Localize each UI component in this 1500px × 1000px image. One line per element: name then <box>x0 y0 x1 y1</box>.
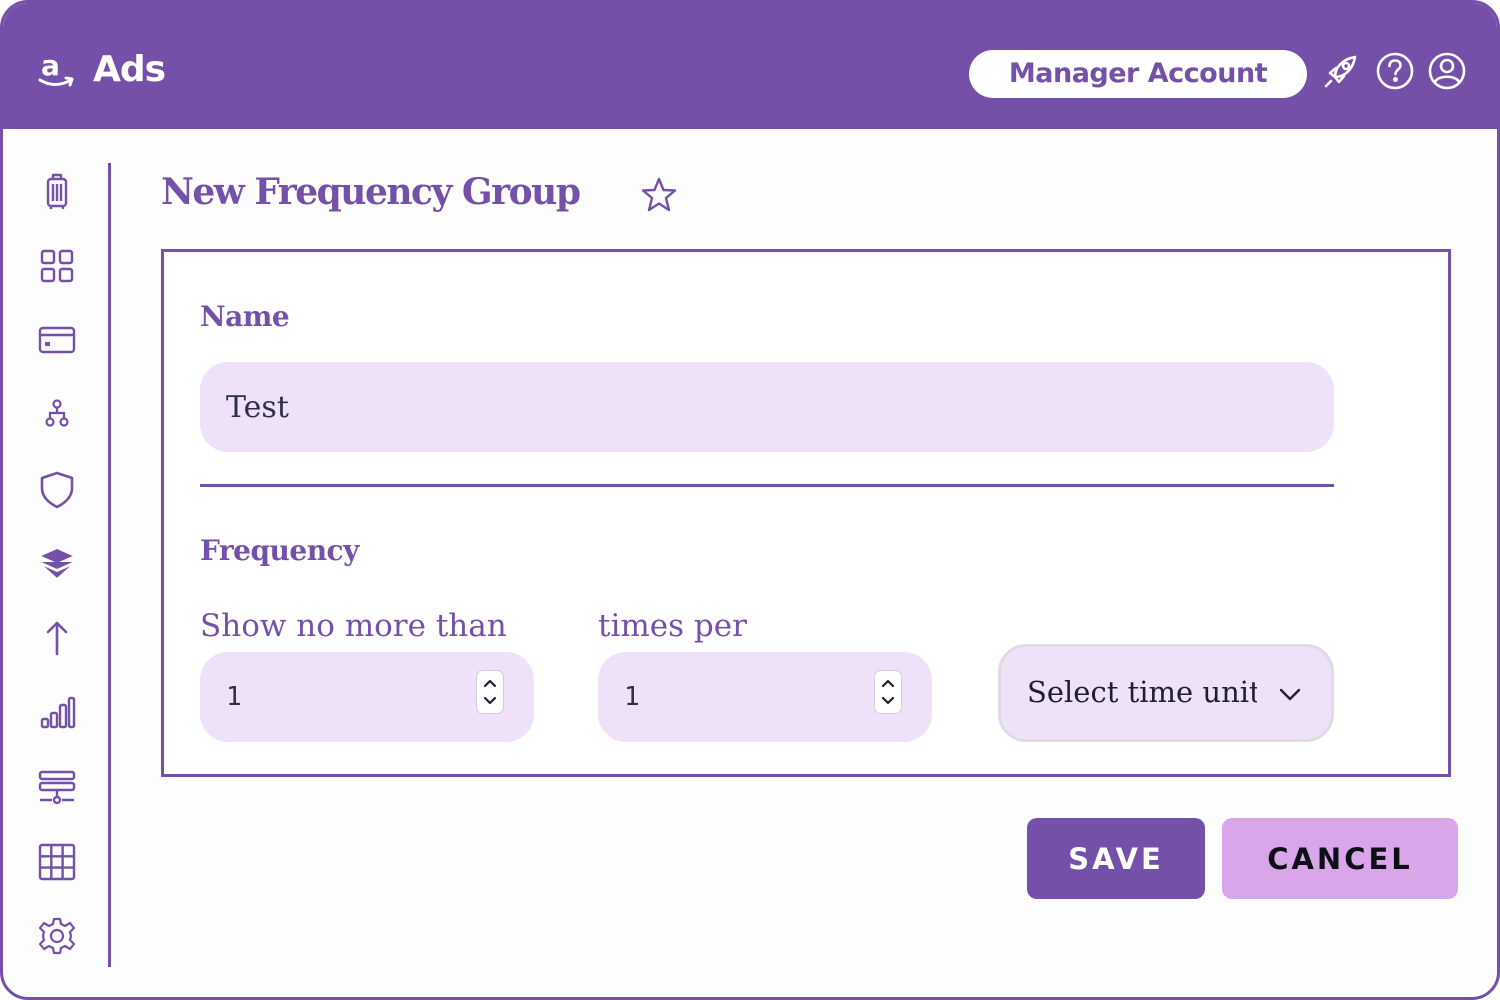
table-icon[interactable] <box>37 842 77 882</box>
credit-card-icon[interactable] <box>37 320 77 360</box>
rocket-icon[interactable] <box>1321 51 1361 91</box>
shield-icon[interactable] <box>37 469 77 509</box>
form-card: Name Frequency Show no more than times p… <box>161 249 1451 777</box>
name-label: Name <box>200 300 290 333</box>
server-icon[interactable] <box>37 767 77 807</box>
sidebar-divider <box>108 163 111 967</box>
bar-chart-icon[interactable] <box>37 693 77 733</box>
help-icon[interactable] <box>1375 51 1415 91</box>
section-divider <box>200 484 1334 487</box>
time-unit-select[interactable]: Select time unit <box>998 644 1334 742</box>
name-input[interactable] <box>200 362 1334 452</box>
arrow-up-icon[interactable] <box>37 618 77 658</box>
times-count-field <box>598 652 932 742</box>
frequency-label: Frequency <box>200 534 359 567</box>
times-count-input[interactable] <box>598 652 858 742</box>
layers-icon[interactable] <box>37 544 77 584</box>
show-count-input[interactable] <box>200 652 460 742</box>
manager-account-button[interactable]: Manager Account <box>969 50 1307 98</box>
show-count-field <box>200 652 534 742</box>
page-title: New Frequency Group <box>161 171 581 213</box>
star-icon[interactable] <box>639 175 679 215</box>
app-name[interactable]: Ads <box>93 49 166 90</box>
time-unit-select-text: Select time unit <box>1027 675 1257 709</box>
chevron-down-icon <box>1277 681 1303 707</box>
hierarchy-icon[interactable] <box>37 395 77 435</box>
top-bar: a Ads Manager Account <box>3 3 1497 129</box>
times-per-label: times per <box>598 608 747 644</box>
show-no-more-than-label: Show no more than <box>200 608 507 644</box>
svg-text:a: a <box>41 49 60 82</box>
show-count-stepper[interactable] <box>476 670 504 714</box>
grid-icon[interactable] <box>37 246 77 286</box>
gear-icon[interactable] <box>37 916 77 956</box>
luggage-icon[interactable] <box>37 171 77 211</box>
cancel-button[interactable]: CANCEL <box>1222 818 1458 899</box>
times-count-stepper[interactable] <box>874 670 902 714</box>
amazon-a-icon[interactable]: a <box>37 49 77 93</box>
user-icon[interactable] <box>1427 51 1467 91</box>
app-window: a Ads Manager Account New Frequency Grou… <box>0 0 1500 1000</box>
save-button[interactable]: SAVE <box>1027 818 1205 899</box>
